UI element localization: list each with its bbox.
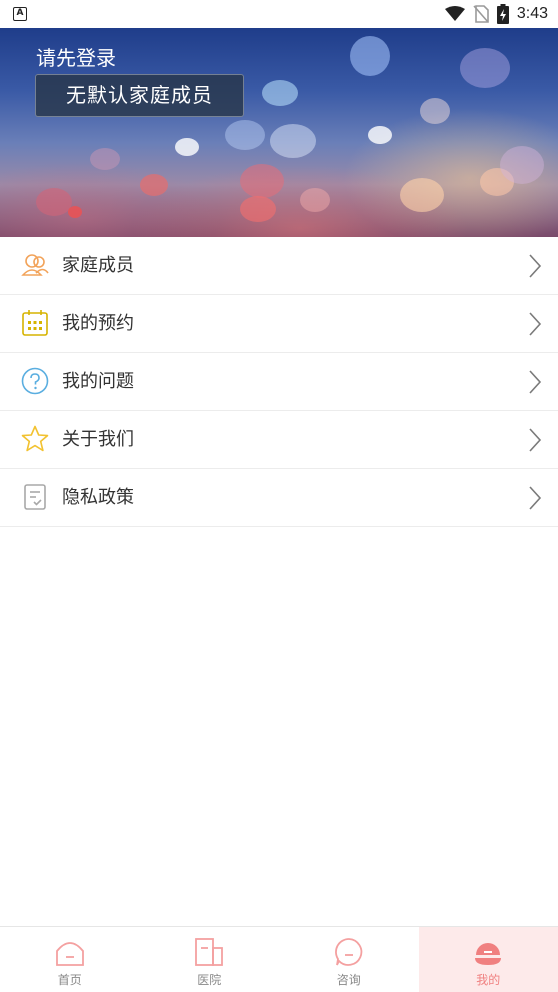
family-members-icon	[21, 254, 49, 276]
no-sim-icon	[473, 5, 489, 23]
bokeh-decoration	[175, 138, 199, 156]
chat-icon	[334, 938, 362, 966]
hospital-icon	[195, 938, 224, 966]
document-icon	[24, 484, 46, 510]
bokeh-decoration	[350, 36, 390, 76]
menu-item-privacy-policy[interactable]: 隐私政策	[0, 469, 558, 527]
star-icon	[21, 425, 49, 452]
bokeh-decoration	[225, 120, 265, 150]
nav-tab-home[interactable]: 首页	[0, 927, 140, 992]
bokeh-decoration	[140, 174, 168, 196]
bokeh-decoration	[270, 124, 316, 158]
nav-tab-consult[interactable]: 咨询	[279, 927, 419, 992]
nav-tab-mine[interactable]: 我的	[418, 927, 558, 992]
home-icon	[55, 942, 84, 966]
nav-tab-label: 我的	[476, 973, 501, 987]
nav-tab-label: 首页	[57, 973, 82, 987]
status-right-group: 3:43	[444, 3, 548, 25]
battery-charging-icon	[496, 4, 509, 24]
status-time: 3:43	[516, 5, 548, 22]
bokeh-decoration	[400, 178, 444, 212]
bokeh-decoration	[460, 48, 510, 88]
chevron-right-icon	[529, 486, 542, 510]
profile-icon	[475, 943, 502, 965]
menu-item-my-questions[interactable]: 我的问题	[0, 353, 558, 411]
chevron-right-icon	[529, 428, 542, 452]
menu-item-label: 关于我们	[62, 429, 134, 450]
chevron-right-icon	[529, 254, 542, 278]
bottom-navigation-bar: 首页 医院 咨询 我的	[0, 926, 558, 992]
menu-item-label: 我的预约	[62, 313, 134, 334]
bokeh-decoration	[68, 206, 82, 218]
menu-item-my-appointments[interactable]: 我的预约	[0, 295, 558, 353]
bokeh-decoration	[262, 80, 298, 106]
default-family-member-box[interactable]: 无默认家庭成员	[35, 74, 244, 117]
status-bar: A 3:43	[0, 0, 558, 28]
calendar-icon	[22, 310, 48, 336]
bokeh-decoration	[368, 126, 392, 144]
bokeh-decoration	[500, 146, 544, 184]
wifi-icon	[444, 6, 465, 21]
bokeh-decoration	[240, 164, 284, 198]
bokeh-decoration	[36, 188, 72, 216]
bokeh-decoration	[90, 148, 120, 170]
menu-item-family-members[interactable]: 家庭成员	[0, 237, 558, 295]
nav-tab-label: 咨询	[336, 973, 361, 987]
menu-item-about-us[interactable]: 关于我们	[0, 411, 558, 469]
nav-tab-label: 医院	[197, 973, 222, 987]
profile-menu-list: 家庭成员 我的预约 我的问题 关于我们 隐私政策	[0, 237, 558, 527]
menu-item-label: 我的问题	[62, 371, 134, 392]
chevron-right-icon	[529, 312, 542, 336]
question-icon	[21, 367, 49, 395]
bokeh-decoration	[240, 196, 276, 222]
bokeh-decoration	[300, 188, 330, 212]
bokeh-decoration	[420, 98, 450, 124]
profile-header-banner: 请先登录 无默认家庭成员	[0, 28, 558, 237]
menu-item-label: 家庭成员	[62, 255, 134, 276]
chevron-right-icon	[529, 370, 542, 394]
notification-a-icon: A	[13, 7, 27, 21]
menu-item-label: 隐私政策	[62, 487, 134, 508]
nav-tab-hospital[interactable]: 医院	[140, 927, 280, 992]
login-prompt-link[interactable]: 请先登录	[36, 42, 116, 71]
